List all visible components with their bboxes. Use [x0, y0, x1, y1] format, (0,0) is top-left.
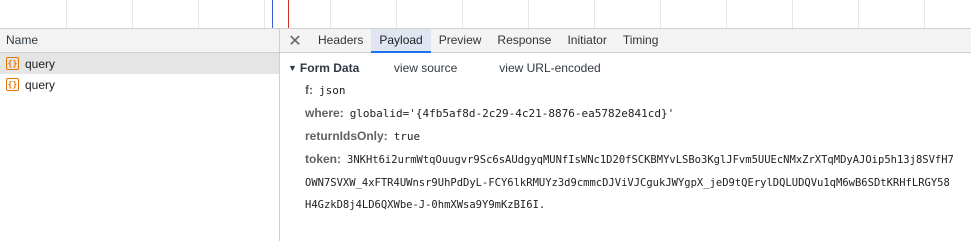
timeline-gridline	[858, 0, 859, 28]
form-data-title: Form Data	[299, 61, 360, 75]
close-icon[interactable]: ✕	[280, 29, 310, 52]
request-name: query	[25, 56, 56, 71]
form-field-row: returnIdsOnly: true	[305, 125, 971, 148]
triangle-down-icon[interactable]: ▼	[288, 63, 297, 73]
tab-preview[interactable]: Preview	[431, 29, 490, 52]
request-list-pane: Name {} query {} query	[0, 29, 280, 241]
timeline-gridline	[528, 0, 529, 28]
details-tabbar: ✕ Headers Payload Preview Response Initi…	[280, 29, 971, 53]
timeline-gridline	[792, 0, 793, 28]
request-row[interactable]: {} query	[0, 74, 279, 95]
xhr-icon: {}	[6, 57, 19, 70]
timeline-gridline	[594, 0, 595, 28]
request-name: query	[25, 77, 56, 92]
timeline-gridline	[264, 0, 265, 28]
tab-timing[interactable]: Timing	[615, 29, 667, 52]
timeline-gridline	[726, 0, 727, 28]
view-url-encoded-link[interactable]: view URL-encoded	[499, 61, 600, 75]
request-details-pane: ✕ Headers Payload Preview Response Initi…	[280, 29, 971, 241]
payload-content: ▼ Form Data view source view URL-encoded…	[280, 57, 971, 217]
timeline-gridline	[660, 0, 661, 28]
form-field-row: f: json	[305, 79, 971, 102]
tab-response[interactable]: Response	[489, 29, 559, 52]
timeline-gridline	[132, 0, 133, 28]
timeline-gridline	[66, 0, 67, 28]
field-value: globalid='{4fb5af8d-2c29-4c21-8876-ea578…	[349, 107, 675, 120]
load-event-marker	[288, 0, 289, 28]
form-field-row-token: token: 3NKHt6i2urmWtqOuugvr9Sc6sAUdgyqMUN…	[305, 148, 955, 217]
form-data-header[interactable]: ▼ Form Data view source view URL-encoded	[288, 57, 971, 79]
timeline-gridline	[924, 0, 925, 28]
tab-headers[interactable]: Headers	[310, 29, 371, 52]
timeline-gridline	[396, 0, 397, 28]
request-row[interactable]: {} query	[0, 53, 279, 74]
field-value: true	[393, 130, 421, 143]
timeline-gridline	[198, 0, 199, 28]
field-key: f:	[305, 83, 313, 97]
tab-payload[interactable]: Payload	[371, 29, 432, 53]
form-field-row: where: globalid='{4fb5af8d-2c29-4c21-8876…	[305, 102, 971, 125]
field-key: token:	[305, 152, 341, 166]
field-value: json	[319, 84, 346, 97]
field-key: where:	[305, 106, 344, 120]
name-column-header[interactable]: Name	[0, 29, 279, 53]
tab-initiator[interactable]: Initiator	[559, 29, 614, 52]
view-source-link[interactable]: view source	[394, 61, 457, 75]
field-key: returnIdsOnly:	[305, 129, 388, 143]
network-timeline[interactable]	[0, 0, 971, 29]
token-value: 3NKHt6i2urmWtqOuugvr9Sc6sAUdgyqMUNfIsWNc…	[305, 154, 954, 211]
timeline-gridline	[462, 0, 463, 28]
timeline-gridline	[330, 0, 331, 28]
dom-content-loaded-marker	[272, 0, 273, 28]
xhr-icon: {}	[6, 78, 19, 91]
